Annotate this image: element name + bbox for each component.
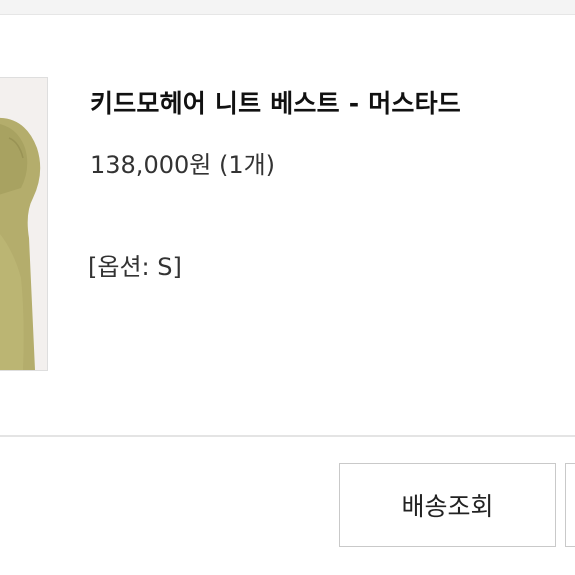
product-name[interactable]: 키드모헤어 니트 베스트 - 머스타드 bbox=[90, 84, 461, 120]
top-band bbox=[0, 0, 575, 15]
secondary-action-button[interactable] bbox=[565, 463, 575, 547]
product-price-quantity: 138,000원 (1개) bbox=[90, 151, 276, 179]
product-image bbox=[0, 78, 47, 370]
product-thumbnail[interactable] bbox=[0, 77, 48, 371]
product-option: [옵션: S] bbox=[88, 253, 182, 281]
section-divider bbox=[0, 435, 575, 437]
order-item-page: 키드모헤어 니트 베스트 - 머스타드 138,000원 (1개) [옵션: S… bbox=[0, 0, 575, 575]
track-delivery-button[interactable]: 배송조회 bbox=[339, 463, 556, 547]
